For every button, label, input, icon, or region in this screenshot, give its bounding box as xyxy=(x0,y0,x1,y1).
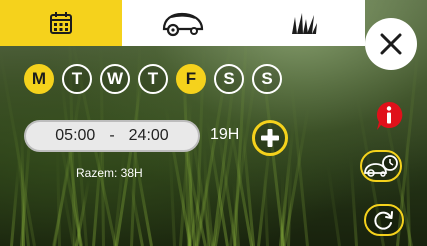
slot-separator: - xyxy=(109,127,115,144)
time-slot[interactable]: 05:00 - 24:00 xyxy=(24,120,200,152)
mower-icon xyxy=(162,12,203,37)
mower-schedule-button[interactable] xyxy=(360,150,402,182)
plus-icon xyxy=(261,129,279,147)
refresh-button[interactable] xyxy=(364,204,404,236)
slot-end-time: 24:00 xyxy=(128,127,169,144)
add-slot-button[interactable] xyxy=(252,120,288,156)
grass-icon xyxy=(292,13,318,34)
tab-mower[interactable] xyxy=(121,0,244,46)
grass-blade xyxy=(326,164,341,246)
tab-schedule[interactable] xyxy=(0,0,122,46)
refresh-icon xyxy=(374,211,393,230)
day-friday[interactable]: F xyxy=(176,64,206,94)
info-button[interactable] xyxy=(374,100,404,132)
grass-blade xyxy=(263,172,270,246)
day-wednesday[interactable]: W xyxy=(100,64,130,94)
slot-start-time: 05:00 xyxy=(55,127,96,144)
day-tuesday[interactable]: T xyxy=(62,64,92,94)
day-monday[interactable]: M xyxy=(24,64,54,94)
slot-duration: 19H xyxy=(210,126,240,143)
day-thursday[interactable]: T xyxy=(138,64,168,94)
calendar-icon xyxy=(49,12,72,34)
tab-bar xyxy=(0,0,366,46)
close-button[interactable] xyxy=(365,18,417,70)
grass-blade xyxy=(348,157,358,246)
mower-schedule-icon xyxy=(364,155,398,177)
close-icon xyxy=(380,33,402,55)
day-selector: M T W T F S S xyxy=(24,64,282,94)
info-icon xyxy=(376,101,403,130)
tab-grass[interactable] xyxy=(243,0,366,46)
total-hours: Razem: 38H xyxy=(76,166,143,180)
day-sunday[interactable]: S xyxy=(252,64,282,94)
day-saturday[interactable]: S xyxy=(214,64,244,94)
